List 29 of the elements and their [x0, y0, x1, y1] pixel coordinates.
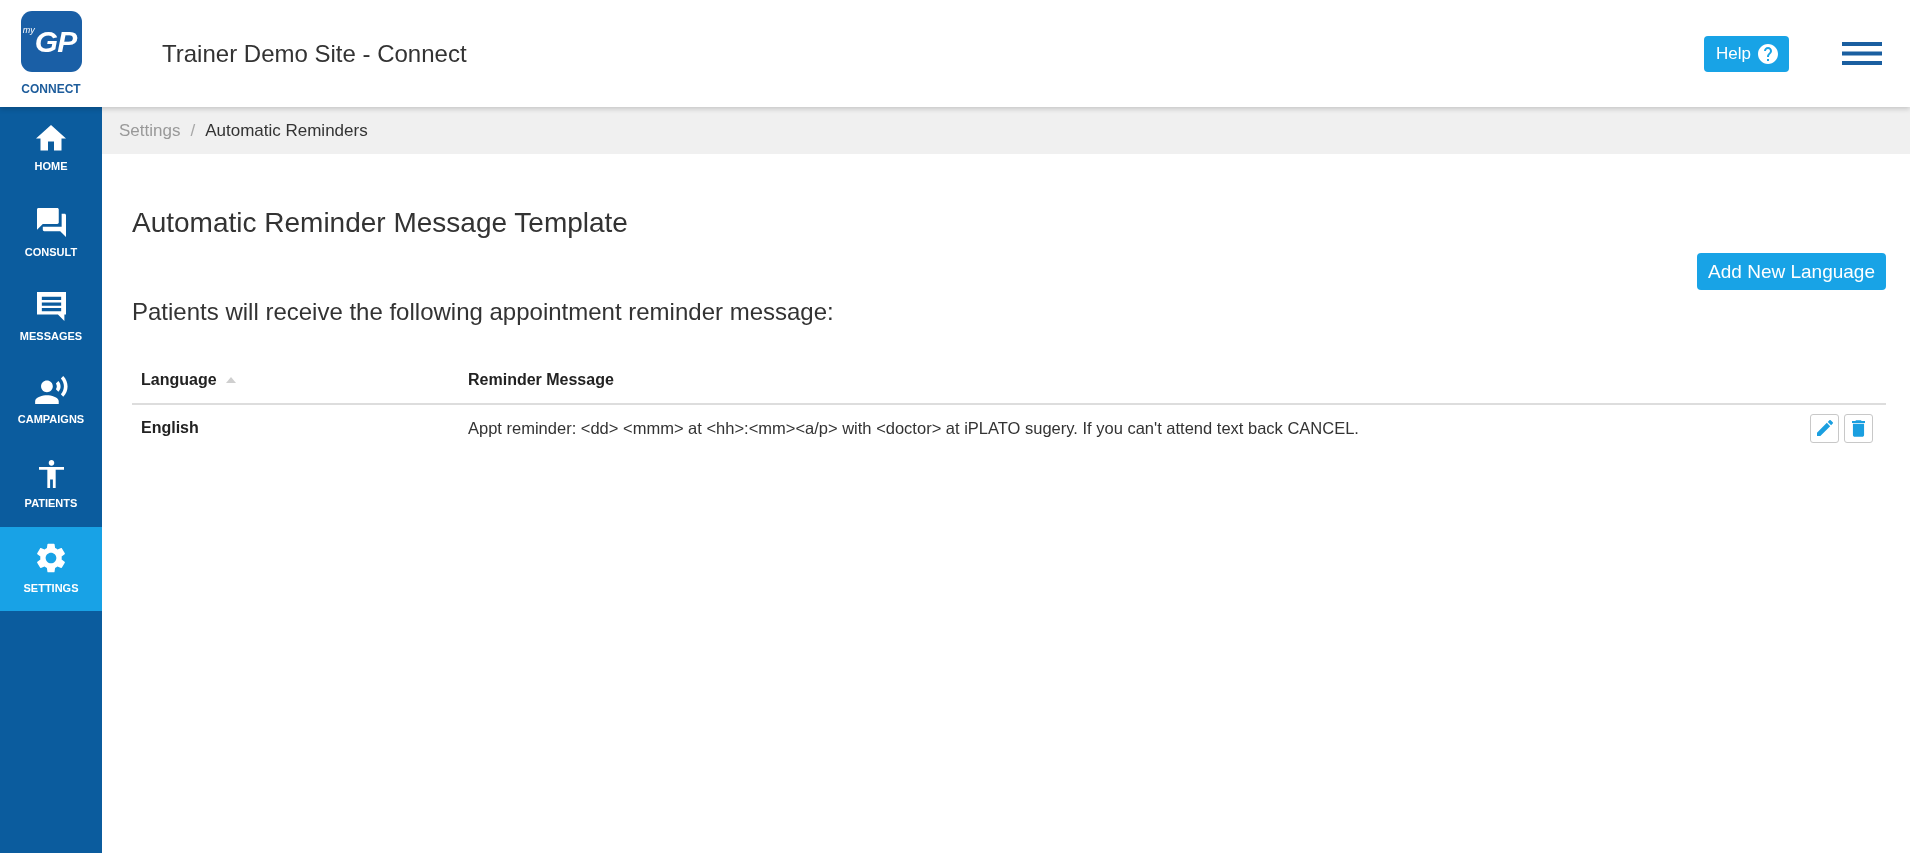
home-icon — [36, 125, 66, 151]
delete-button[interactable] — [1844, 413, 1873, 443]
breadcrumb-current: Automatic Reminders — [205, 120, 368, 141]
pencil-icon — [1816, 420, 1833, 436]
language-cell: English — [132, 404, 459, 451]
trash-icon — [1852, 419, 1865, 437]
logo-wordmark: GP — [34, 25, 78, 58]
settings-icon — [37, 543, 65, 573]
nav-item[interactable]: CAMPAIGNS — [0, 359, 102, 443]
page-title: Automatic Reminder Message Template — [132, 206, 629, 240]
speaking-person-icon — [34, 376, 68, 404]
message-cell: Appt reminder: <dd> <mmm> at <hh>:<mm><a/p> with <doctor> at iPLATO sugery. If you can't attend text back CANCEL. — [459, 404, 1810, 451]
logo-caption: CONNECT — [21, 82, 81, 96]
column-header: Reminder Message — [459, 356, 1810, 404]
nav-item[interactable]: MESSAGES — [0, 275, 102, 359]
help-icon — [1758, 43, 1778, 64]
edit-button[interactable] — [1810, 413, 1839, 443]
nav-item[interactable]: CONSULT — [0, 191, 102, 275]
site-title: Trainer Demo Site - Connect — [162, 39, 467, 68]
nav-item[interactable]: PATIENTS — [0, 443, 102, 527]
intro-text: Patients will receive the following appointment reminder message: — [132, 298, 835, 326]
person-icon — [38, 460, 64, 488]
nav-item[interactable]: HOME — [0, 107, 102, 191]
logo-prefix: my — [22, 25, 35, 35]
menu-icon[interactable] — [1842, 42, 1882, 65]
chat-bubbles-icon — [36, 207, 66, 237]
column-header[interactable]: Language — [132, 356, 459, 404]
breadcrumb-separator: / — [190, 120, 196, 141]
message-icon — [36, 291, 66, 321]
